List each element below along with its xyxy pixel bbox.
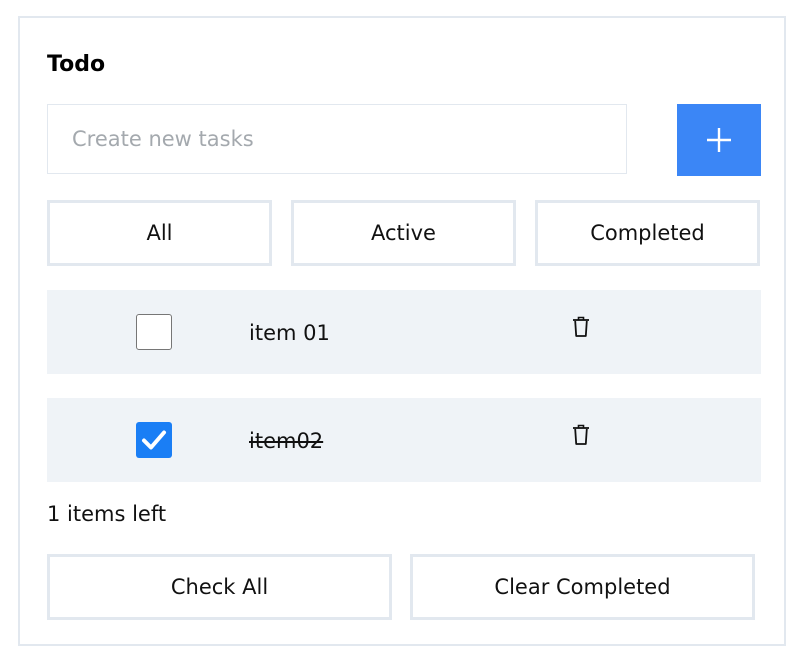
page-title: Todo — [47, 52, 106, 77]
delete-button[interactable] — [569, 422, 593, 448]
add-task-button[interactable] — [677, 104, 761, 176]
checkmark-icon — [142, 430, 166, 450]
todo-checkbox[interactable] — [136, 314, 172, 350]
check-all-button[interactable]: Check All — [47, 554, 392, 620]
plus-icon — [707, 128, 731, 152]
items-left-count: 1 items left — [47, 502, 167, 526]
todo-item: item 01 — [47, 290, 761, 374]
filter-completed-button[interactable]: Completed — [535, 200, 760, 266]
new-task-input[interactable] — [47, 104, 627, 174]
todo-label: item 01 — [249, 321, 330, 345]
todo-label: item02 — [249, 429, 324, 453]
delete-button[interactable] — [569, 314, 593, 340]
trash-icon — [573, 316, 589, 337]
filter-active-button[interactable]: Active — [291, 200, 516, 266]
trash-icon — [573, 424, 589, 445]
todo-item: item02 — [47, 398, 761, 482]
todo-checkbox[interactable] — [136, 422, 172, 458]
clear-completed-button[interactable]: Clear Completed — [410, 554, 755, 620]
todo-card: Todo All Active Completed item 01 item02 — [18, 16, 786, 646]
filter-all-button[interactable]: All — [47, 200, 272, 266]
